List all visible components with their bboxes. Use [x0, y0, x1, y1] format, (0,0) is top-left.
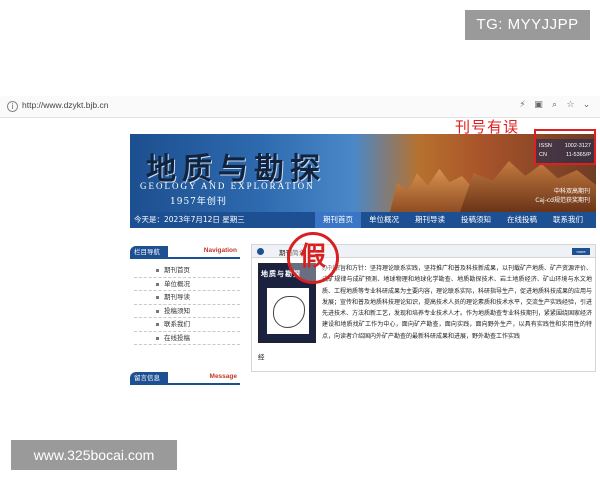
- watermark-bottom: www.325bocai.com: [11, 440, 177, 470]
- core-journal-badge: 中科双高期刊 Caj-cd规范获奖期刊: [535, 187, 590, 205]
- cube-icon[interactable]: ▣: [533, 100, 544, 110]
- journal-website: 地质与勘探 GEOLOGY AND EXPLORATION 1957年创刊 IS…: [130, 134, 596, 480]
- sidebar-item-label: 投稿须知: [164, 306, 190, 315]
- bullet-icon: [156, 323, 159, 326]
- sidebar-nav-title-en: Navigation: [203, 247, 237, 254]
- sidebar-item-label: 期刊导读: [164, 293, 190, 301]
- section-bullet-icon: [257, 248, 264, 255]
- site-banner: 地质与勘探 GEOLOGY AND EXPLORATION 1957年创刊 IS…: [130, 134, 596, 212]
- site-title-en: GEOLOGY AND EXPLORATION: [140, 181, 315, 191]
- sidebar-item-home[interactable]: 期刊首页: [134, 264, 240, 278]
- nav-item-submission-notice[interactable]: 投稿须知: [453, 212, 499, 228]
- nav-item-online-submit[interactable]: 在线投稿: [499, 212, 545, 228]
- chevron-down-icon[interactable]: ⌄: [581, 100, 592, 110]
- bullet-icon: [156, 269, 159, 272]
- sidebar-item-label: 期刊首页: [164, 266, 190, 274]
- zoom-icon[interactable]: ⌕: [549, 100, 560, 110]
- bullet-icon: [156, 282, 159, 286]
- site-navbar: 今天是：2023年7月12日 星期三 期刊首页 单位概况 期刊导读 投稿须知 在…: [130, 212, 596, 228]
- bullet-icon: [156, 336, 159, 340]
- sidebar-item-about[interactable]: 单位概况: [134, 278, 240, 291]
- more-button[interactable]: more: [572, 248, 590, 255]
- sidebar-item-guide[interactable]: 期刊导读: [134, 291, 240, 305]
- core-line-1: 中科双高期刊: [553, 188, 590, 195]
- fake-stamp: 假: [287, 232, 339, 284]
- sidebar-nav-header: 栏目导航 Navigation: [130, 246, 240, 259]
- browser-toolbar-icons: ⚡ ▣ ⌕ ☆ ⌄: [517, 100, 592, 110]
- bolt-icon[interactable]: ⚡: [517, 100, 528, 110]
- bullet-icon: [156, 296, 159, 299]
- screenshot-frame: TG: MYYJJPP i http://www.dzykt.bjb.cn ⚡ …: [0, 0, 600, 480]
- sidebar-nav-title: 栏目导航: [130, 246, 168, 258]
- sidebar-message-header: 留言信息 Message: [130, 372, 240, 385]
- sidebar-item-contact[interactable]: 联系我们: [134, 318, 240, 332]
- journal-intro-text: 办刊宗旨和方针：坚持理论联系实践，坚持推广和普及科技新成果，以刊载矿产地质、矿产…: [322, 265, 593, 340]
- annotation-highlight-box: [534, 129, 596, 165]
- sidebar-nav-list: 期刊首页 单位概况 期刊导读 投稿须知 联系我们 在线投稿: [134, 264, 240, 345]
- browser-address-bar: i http://www.dzykt.bjb.cn ⚡ ▣ ⌕ ☆ ⌄: [0, 96, 600, 118]
- nav-item-guide[interactable]: 期刊导读: [407, 212, 453, 228]
- sidebar-item-label: 单位概况: [164, 279, 190, 288]
- info-icon[interactable]: i: [7, 101, 18, 112]
- sidebar-item-label: 在线投稿: [164, 333, 190, 342]
- intro-tail-text: 经: [258, 353, 265, 361]
- watermark-top: TG: MYYJJPP: [465, 10, 590, 40]
- sidebar-item-online-submit[interactable]: 在线投稿: [134, 332, 240, 345]
- sidebar-item-label: 联系我们: [164, 320, 190, 328]
- nav-item-contact[interactable]: 联系我们: [545, 212, 591, 228]
- bullet-icon: [156, 309, 159, 313]
- url-text[interactable]: http://www.dzykt.bjb.cn: [22, 100, 108, 110]
- nav-menu: 期刊首页 单位概况 期刊导读 投稿须知 在线投稿 联系我们: [315, 212, 591, 228]
- sidebar-item-submission-notice[interactable]: 投稿须知: [134, 305, 240, 318]
- cover-map-graphic: [267, 288, 309, 334]
- core-line-2: Caj-cd规范获奖期刊: [535, 197, 590, 204]
- star-icon[interactable]: ☆: [565, 100, 576, 110]
- nav-item-about[interactable]: 单位概况: [361, 212, 407, 228]
- sidebar-message-title: 留言信息: [130, 372, 168, 384]
- current-date: 今天是：2023年7月12日 星期三: [134, 215, 245, 224]
- founded-year: 1957年创刊: [170, 197, 227, 207]
- sidebar-message-title-en: Message: [209, 373, 237, 380]
- nav-item-home[interactable]: 期刊首页: [315, 212, 361, 228]
